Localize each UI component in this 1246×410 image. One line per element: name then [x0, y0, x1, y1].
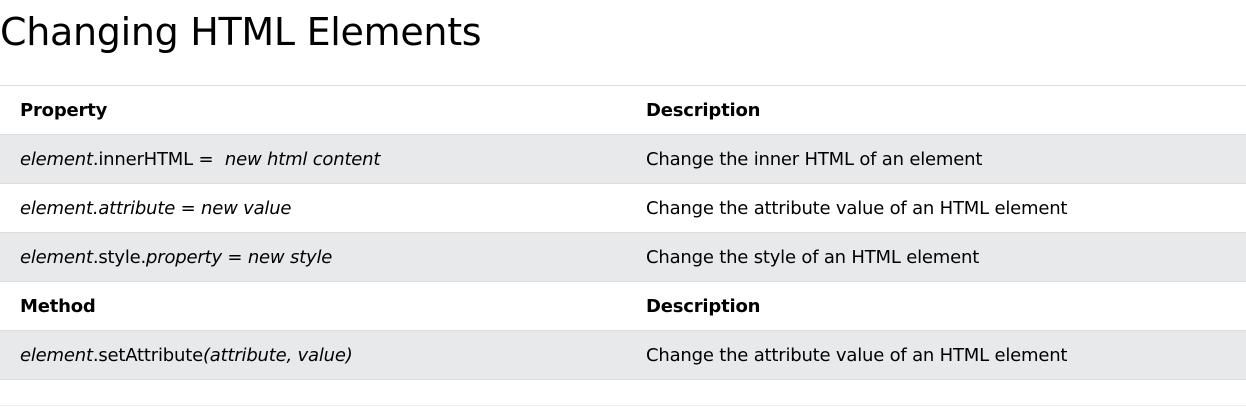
assign-operator: = [221, 246, 248, 268]
header-method: Method [20, 295, 96, 317]
table-header-row: Method Description [0, 281, 1246, 331]
header-description: Description [646, 295, 761, 317]
member-name: .innerHTML = [92, 148, 214, 170]
method-cell: element.setAttribute(attribute, value) [0, 331, 626, 380]
object-name: element [20, 246, 93, 268]
object-name: element [20, 197, 93, 219]
object-name: element [20, 148, 93, 170]
table-row: element.attribute = new value Change the… [0, 183, 1246, 233]
object-name: element [20, 344, 93, 366]
member-name: .style. [92, 246, 147, 268]
table-row: element.setAttribute(attribute, value) C… [0, 330, 1246, 380]
method-args: (attribute, value) [202, 344, 353, 366]
description-cell: Change the inner HTML of an element [646, 148, 983, 170]
table-row: element.style.property = new style Chang… [0, 232, 1246, 282]
property-cell: element.innerHTML = new html content [0, 135, 626, 184]
reference-table: Property Description element.innerHTML =… [0, 85, 1246, 380]
header-property: Property [20, 99, 108, 121]
description-cell: Change the style of an HTML element [646, 246, 980, 268]
value-placeholder: new style [247, 246, 333, 268]
property-cell: element.attribute = new value [0, 184, 626, 233]
method-name: .setAttribute [92, 344, 203, 366]
divider [0, 405, 1246, 406]
property-placeholder: property [146, 246, 222, 268]
header-description: Description [646, 99, 761, 121]
member-name: .attribute = new value [92, 197, 292, 219]
table-row: element.innerHTML = new html content Cha… [0, 134, 1246, 184]
table-header-row: Property Description [0, 85, 1246, 135]
page-title: Changing HTML Elements [0, 10, 482, 54]
property-cell: element.style.property = new style [0, 233, 626, 282]
description-cell: Change the attribute value of an HTML el… [646, 344, 1068, 366]
description-cell: Change the attribute value of an HTML el… [646, 197, 1068, 219]
value-placeholder: new html content [224, 148, 381, 170]
